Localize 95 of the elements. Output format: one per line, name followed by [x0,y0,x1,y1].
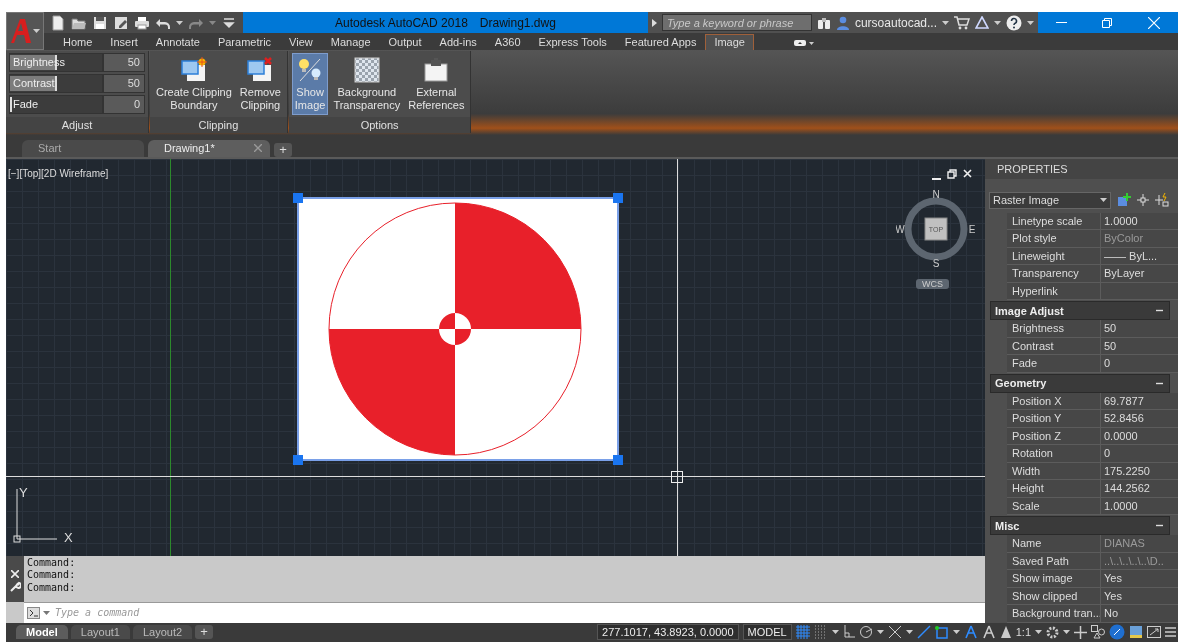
property-label: Show image [1011,571,1074,587]
compass-letter: N [932,188,940,200]
ribbon-tab[interactable]: Manage [321,34,380,50]
property-label: Rotation [1011,446,1054,462]
property-value[interactable]: 1.0000 [1100,497,1165,515]
panel-title: Options [288,117,471,133]
ribbon-tab[interactable]: Parametric [208,34,281,50]
ribbon-button[interactable]: Show Image [291,53,329,115]
property-value[interactable]: 50 [1100,320,1165,337]
property-label: Saved Path [1011,553,1070,569]
property-value[interactable]: 69.7877 [1100,392,1165,410]
slider-value[interactable]: 50 [103,74,145,93]
property-value[interactable]: ByLayer [1100,265,1165,282]
search-field[interactable]: Type a keyword or phrase [661,14,812,31]
ribbon-tab[interactable]: Annotate [146,34,209,50]
property-value[interactable]: 1.0000 [1100,212,1165,230]
property-value[interactable]: 0 [1100,355,1165,372]
command-history-line: Command: [27,581,76,595]
property-value[interactable]: 0.0000 [1100,427,1165,445]
section-title: Image Adjust [995,304,1064,317]
compass-letter: S [932,257,940,269]
property-label: Height [1011,481,1045,497]
layout-tab[interactable]: Layout1 [70,625,130,640]
property-label: Background tran... [1011,606,1100,622]
layout-tab[interactable]: Layout2 [132,625,193,640]
property-label: Fade [1011,356,1039,372]
property-value[interactable]: 0 [1100,445,1165,462]
command-field[interactable]: Type a command [24,601,985,623]
wcs-menu[interactable]: WCS [916,278,949,289]
ribbon-tab[interactable]: A360 [485,34,530,50]
property-value[interactable]: 50 [1100,337,1165,355]
ribbon-button[interactable]: Remove Clipping [236,53,284,115]
property-label: Hyperlink [1011,283,1059,299]
ribbon-tab[interactable]: Add-ins [430,34,486,50]
property-label: Contrast [1011,338,1055,354]
property-label: Position Z [1011,428,1062,444]
ribbon-button[interactable]: External References [405,53,468,115]
property-label: Plot style [1011,231,1058,247]
property-label: Show clipped [1011,588,1079,604]
y-axis-label: Y [19,484,28,500]
ribbon-tab[interactable]: Home [54,34,102,50]
property-label: Brightness [1011,321,1065,337]
section-header[interactable]: Image Adjust [990,301,1170,321]
panel-title: Clipping [150,117,287,133]
new-layout-button[interactable]: + [195,625,214,640]
property-value[interactable]: 52.8456 [1100,410,1165,427]
property-value[interactable]: 175.2250 [1100,462,1165,480]
section-header[interactable]: Misc [990,516,1170,536]
layout-tab[interactable]: Model [16,625,68,640]
palette-title: PROPERTIES [985,158,1178,179]
model-space-button[interactable]: MODEL [742,624,792,641]
slider-value[interactable]: 0 [103,95,145,114]
property-value[interactable]: Yes [1100,570,1165,587]
property-label: Lineweight [1011,248,1066,264]
ribbon-tab[interactable]: Featured Apps [615,34,706,50]
property-value[interactable]: No [1100,605,1165,622]
new-tab-button[interactable]: + [274,142,292,157]
property-label: Position X [1011,393,1063,409]
document-tab[interactable]: Drawing1* [148,139,270,157]
ribbon-button[interactable]: Background Transparency [330,53,404,115]
compass-letter: E [968,223,976,235]
panel-title: Adjust [6,117,148,133]
property-value[interactable]: —— ByL... [1100,247,1165,265]
x-axis-label: X [64,529,73,545]
property-label: Scale [1011,498,1041,514]
selection-dropdown[interactable]: Raster Image [989,191,1111,209]
slider-track[interactable]: Fade [9,95,103,114]
file-title: Drawing1.dwg [479,15,556,30]
ribbon-button[interactable]: Create Clipping Boundary [153,53,235,115]
user-name[interactable]: cursoautocad... [854,15,937,30]
command-history-line: Command: [27,569,76,582]
annotation-scale[interactable]: 1:1 [1015,626,1031,639]
property-value[interactable]: 144.2562 [1100,480,1165,497]
property-label: Width [1011,463,1042,479]
property-label: Transparency [1011,266,1080,282]
slider-value[interactable]: 50 [103,53,145,72]
ribbon-tab[interactable]: Express Tools [529,34,616,50]
property-value[interactable]: Yes [1100,587,1165,605]
property-label: Linetype scale [1011,213,1084,229]
section-title: Geometry [995,377,1047,390]
property-label: Position Y [1011,411,1063,427]
coordinates-readout: 277.1017, 43.8923, 0.0000 [597,624,739,641]
section-title: Misc [995,519,1020,532]
viewport-controls[interactable]: [−][Top][2D Wireframe] [8,167,109,179]
ribbon-tab[interactable]: Insert [101,34,147,50]
ribbon-tab[interactable]: View [280,34,322,50]
property-label: Name [1011,536,1043,552]
slider-track[interactable]: Contrast [9,74,103,93]
app-title: Autodesk AutoCAD 2018 [335,15,468,30]
section-header[interactable]: Geometry [990,373,1170,393]
compass-letter: W [896,223,905,235]
ribbon-tab[interactable]: Image [705,34,754,50]
command-history-line: Command: [27,556,76,570]
ribbon-tab[interactable]: Output [379,34,431,50]
document-tab[interactable]: Start [22,139,144,157]
